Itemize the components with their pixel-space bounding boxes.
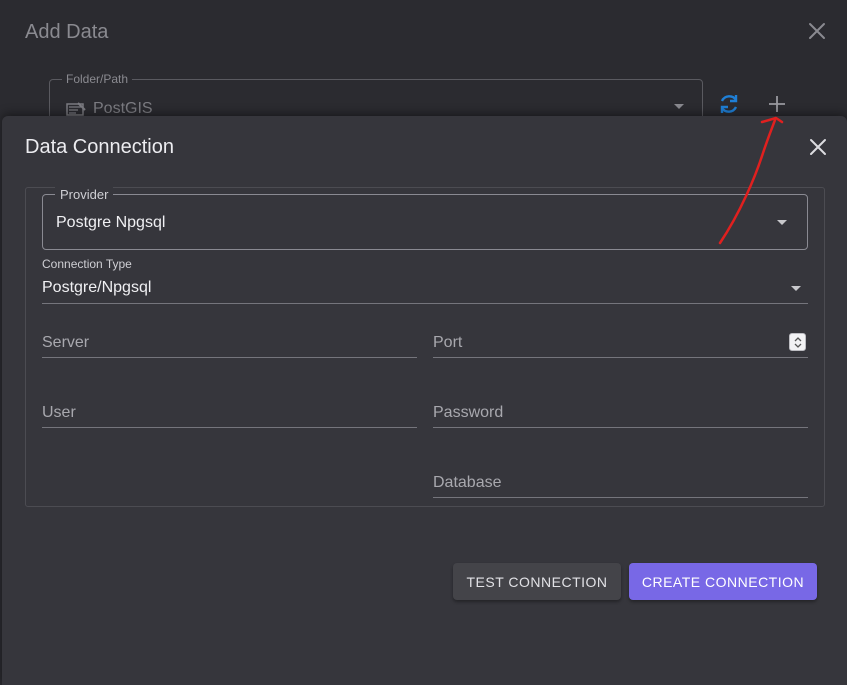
- dialog-title: Data Connection: [25, 136, 174, 158]
- provider-value: Postgre Npgsql: [56, 214, 166, 231]
- connection-type-underline: [42, 303, 808, 304]
- annotation-arrow-icon: [718, 116, 784, 245]
- port-field[interactable]: Port: [433, 334, 462, 352]
- chevron-down-icon: [791, 286, 801, 291]
- database-underline: [433, 497, 808, 498]
- add-data-title: Add Data: [25, 21, 109, 43]
- provider-label: Provider: [55, 187, 114, 202]
- folder-icon: [66, 102, 86, 116]
- chevron-down-icon: [674, 104, 684, 109]
- port-stepper[interactable]: [789, 333, 806, 351]
- user-underline: [42, 427, 417, 428]
- connection-type-value[interactable]: Postgre/Npgsql: [42, 279, 151, 297]
- folder-path-label: Folder/Path: [62, 72, 133, 86]
- server-underline: [42, 357, 417, 358]
- test-connection-button[interactable]: TEST CONNECTION: [453, 563, 621, 600]
- password-field[interactable]: Password: [433, 404, 503, 422]
- user-field[interactable]: User: [42, 404, 76, 422]
- connection-type-label: Connection Type: [42, 257, 132, 271]
- database-field[interactable]: Database: [433, 474, 502, 492]
- server-field[interactable]: Server: [42, 334, 89, 352]
- close-icon[interactable]: [805, 19, 829, 43]
- close-icon[interactable]: [806, 135, 830, 159]
- port-underline: [433, 357, 808, 358]
- password-underline: [433, 427, 808, 428]
- stepper-arrows-icon: [794, 337, 802, 348]
- create-connection-button[interactable]: CREATE CONNECTION: [629, 563, 817, 600]
